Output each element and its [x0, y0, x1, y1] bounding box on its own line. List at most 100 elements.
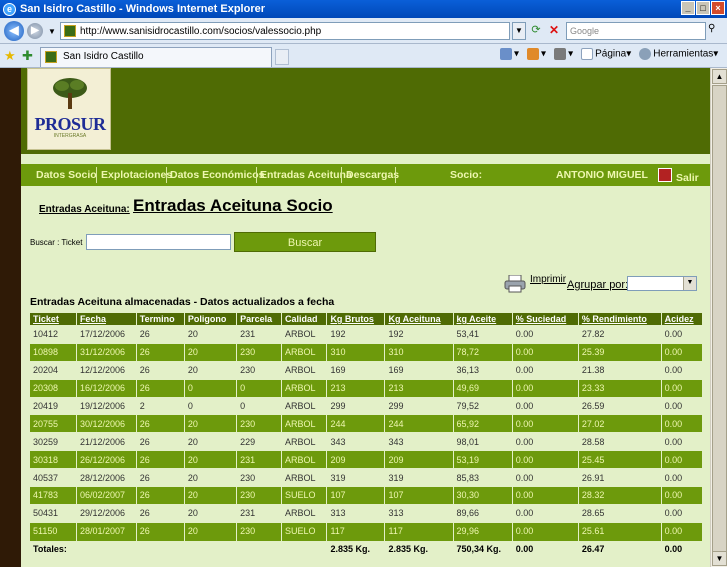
- table-cell: 26: [135, 503, 185, 523]
- logo-subtext: INTERGRASA: [53, 133, 87, 139]
- url-dropdown-icon[interactable]: ▼: [512, 22, 526, 40]
- search-input[interactable]: Google: [566, 22, 706, 40]
- scroll-down-icon[interactable]: ▼: [712, 551, 727, 566]
- table-cell: 20: [183, 414, 237, 433]
- col-suciedad[interactable]: % Suciedad: [511, 313, 579, 326]
- table-cell: 0.00: [660, 503, 702, 523]
- refresh-icon[interactable]: ⟳: [528, 23, 544, 39]
- table-cell: ARBOL: [281, 450, 327, 469]
- menu-item-descargas[interactable]: Descargas: [346, 164, 399, 186]
- menu-item-explotaciones[interactable]: Explotaciones: [101, 164, 172, 186]
- table-cell: 79,52: [452, 396, 513, 415]
- table-cell: 26: [135, 360, 185, 380]
- vertical-scrollbar[interactable]: ▲ ▼: [710, 68, 727, 567]
- close-button[interactable]: ×: [711, 1, 725, 15]
- table-cell: 28/01/2007: [75, 521, 137, 541]
- table-cell: 299: [384, 396, 453, 415]
- imprimir-link[interactable]: Imprimir: [530, 274, 566, 285]
- print-button[interactable]: ▾: [554, 48, 573, 60]
- table-cell: 313: [326, 503, 385, 523]
- table-cell: 85,83: [452, 468, 513, 487]
- table-cell: 0.00: [511, 342, 579, 362]
- table-cell: 20: [183, 342, 237, 362]
- table-row: 20755 30/12/2006 26 20 230 ARBOL 244 244 65,92 0.…: [29, 414, 702, 433]
- new-tab-button[interactable]: [275, 49, 289, 65]
- ie-logo-icon: e: [3, 2, 16, 16]
- table-cell: 28.58: [577, 432, 662, 451]
- table-cell: 213: [384, 378, 453, 398]
- table-cell: 26: [135, 432, 185, 451]
- col-kg-aceite[interactable]: kg Aceite: [452, 313, 513, 326]
- table-cell: 343: [326, 432, 385, 451]
- favorites-star-icon[interactable]: ★: [4, 48, 16, 64]
- menu-item-datos-socio[interactable]: Datos Socio: [36, 164, 97, 186]
- table-cell: ARBOL: [281, 325, 327, 344]
- ticket-search-input[interactable]: [86, 234, 231, 250]
- buscar-button[interactable]: Buscar: [234, 232, 376, 252]
- menu-separator: [341, 167, 342, 183]
- table-cell: 98,01: [452, 432, 513, 451]
- back-button[interactable]: ◀: [4, 21, 24, 41]
- stop-icon[interactable]: ✕: [546, 23, 562, 39]
- table-cell: 49,69: [452, 378, 513, 398]
- table-cell: 0.00: [511, 414, 579, 433]
- table-cell: 0: [236, 378, 282, 398]
- col-kg-aceituna[interactable]: Kg Aceituna: [384, 313, 453, 326]
- page-icon: [581, 48, 594, 60]
- table-cell: 30,30: [452, 486, 513, 505]
- table-cell: 0.00: [660, 414, 702, 433]
- forward-button[interactable]: ▶: [27, 23, 43, 39]
- home-button[interactable]: ▾: [500, 48, 519, 60]
- table-cell: 53,19: [452, 450, 513, 469]
- feeds-button[interactable]: ▾: [527, 48, 546, 60]
- scroll-up-icon[interactable]: ▲: [712, 69, 727, 84]
- url-field[interactable]: http://www.sanisidrocastillo.com/socios/…: [60, 22, 510, 40]
- browser-tab[interactable]: San Isidro Castillo: [40, 47, 272, 67]
- page-viewport: PROSUR INTERGRASA Datos Socio Explotacio…: [0, 68, 710, 567]
- salir-link[interactable]: Salir: [676, 167, 699, 189]
- table-cell: 10412: [29, 325, 77, 344]
- minimize-button[interactable]: _: [681, 1, 695, 15]
- printer-icon[interactable]: [504, 275, 526, 293]
- table-cell: 20: [183, 325, 237, 344]
- menu-item-entradas-aceituna[interactable]: Entradas Aceituna: [260, 164, 352, 186]
- table-cell: ARBOL: [281, 468, 327, 487]
- table-cell: 0.00: [511, 450, 579, 469]
- tools-menu[interactable]: Herramientas▾: [639, 48, 718, 60]
- chevron-down-icon[interactable]: ▼: [683, 277, 696, 290]
- agrupar-select[interactable]: ▼: [627, 276, 697, 291]
- page-menu[interactable]: Página▾: [581, 48, 631, 60]
- table-row: 51150 28/01/2007 26 20 230 SUELO 117 117 29,96 0.…: [29, 521, 702, 541]
- table-cell: 29/12/2006: [75, 503, 137, 523]
- table-cell: 231: [236, 503, 282, 523]
- col-poligono: Poligono: [183, 313, 237, 326]
- table-cell: 26: [135, 414, 185, 433]
- table-cell: SUELO: [281, 486, 327, 505]
- col-rendimiento[interactable]: % Rendimiento: [577, 313, 662, 326]
- page-menu-label: Página: [595, 48, 627, 60]
- maximize-button[interactable]: □: [696, 1, 710, 15]
- table-row: 20308 16/12/2006 26 0 0 ARBOL 213 213 49,69 0.00 2…: [29, 378, 702, 398]
- history-dropdown-icon[interactable]: ▼: [48, 27, 56, 36]
- col-ticket[interactable]: Ticket: [29, 313, 77, 326]
- scroll-thumb[interactable]: [712, 85, 727, 555]
- table-header-row: Ticket Fecha Termino Poligono Parcela Ca…: [29, 313, 702, 326]
- totals-cell: [135, 539, 185, 559]
- table-cell: 230: [236, 360, 282, 380]
- table-cell: 319: [384, 468, 453, 487]
- search-icon[interactable]: ⚲: [708, 23, 715, 34]
- logout-icon[interactable]: [658, 168, 672, 182]
- menu-item-datos-economicos[interactable]: Datos Económicos: [170, 164, 265, 186]
- prosur-logo[interactable]: PROSUR INTERGRASA: [27, 68, 111, 150]
- table-cell: 310: [384, 342, 453, 362]
- tab-bar: ★ ✚ San Isidro Castillo ▾ ▾ ▾ Página▾ He…: [0, 44, 727, 68]
- col-fecha[interactable]: Fecha: [75, 313, 137, 326]
- table-cell: 244: [384, 414, 453, 433]
- table-cell: 30318: [29, 450, 77, 469]
- add-favorites-icon[interactable]: ✚: [22, 48, 33, 64]
- olive-tree-icon: [53, 78, 87, 109]
- table-cell: 209: [326, 450, 385, 469]
- col-kg-brutos[interactable]: Kg Brutos: [326, 313, 385, 326]
- col-acidez[interactable]: Acidez: [660, 313, 702, 326]
- url-text: http://www.sanisidrocastillo.com/socios/…: [80, 25, 322, 37]
